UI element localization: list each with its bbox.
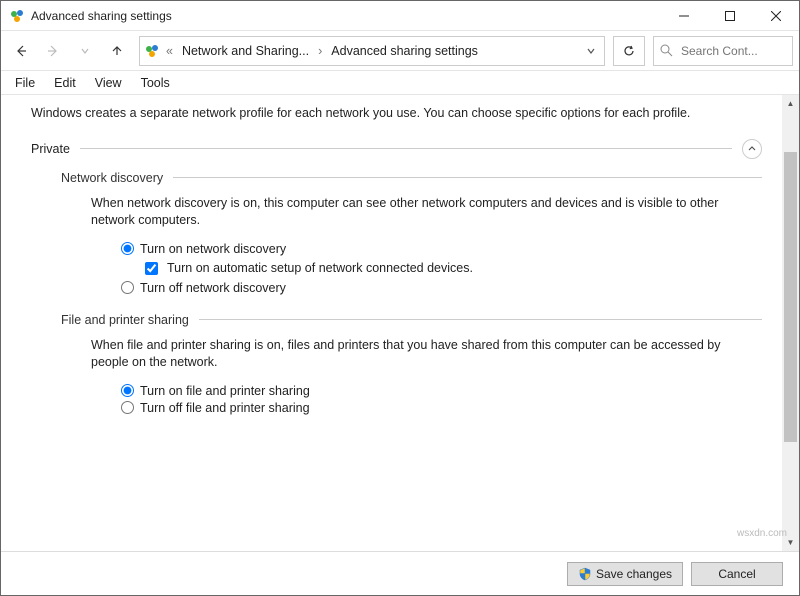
breadcrumb-prefix: « [166,44,173,58]
collapse-toggle[interactable] [742,139,762,159]
menu-file[interactable]: File [7,74,43,92]
nav-row: « Network and Sharing... › Advanced shar… [1,31,799,71]
divider [199,319,762,320]
option-nd-auto[interactable]: Turn on automatic setup of network conne… [141,259,762,278]
radio-nd-off-label: Turn off network discovery [140,281,286,295]
window-title: Advanced sharing settings [31,9,661,23]
minimize-button[interactable] [661,1,707,30]
titlebar: Advanced sharing settings [1,1,799,31]
breadcrumb-network-sharing[interactable]: Network and Sharing... [179,42,312,60]
address-dropdown[interactable] [582,46,600,56]
breadcrumb-advanced-sharing[interactable]: Advanced sharing settings [328,42,481,60]
window-buttons [661,1,799,30]
radio-fp-off[interactable] [121,401,134,414]
app-icon [9,8,25,24]
intro-text: Windows creates a separate network profi… [31,105,762,123]
search-input[interactable] [679,43,774,59]
search-box[interactable] [653,36,793,66]
menu-tools[interactable]: Tools [133,74,178,92]
scroll-up-icon[interactable]: ▲ [782,95,799,112]
address-bar[interactable]: « Network and Sharing... › Advanced shar… [139,36,605,66]
option-fp-off[interactable]: Turn off file and printer sharing [121,401,762,415]
option-nd-off[interactable]: Turn off network discovery [121,281,762,295]
address-icon [144,43,160,59]
radio-fp-on[interactable] [121,384,134,397]
cancel-label: Cancel [718,567,755,581]
divider [173,177,762,178]
menu-edit[interactable]: Edit [46,74,84,92]
file-printer-desc: When file and printer sharing is on, fil… [91,337,752,372]
content-area: Windows creates a separate network profi… [1,95,799,551]
menu-bar: File Edit View Tools [1,71,799,95]
radio-fp-on-label: Turn on file and printer sharing [140,384,310,398]
footer: Save changes Cancel [1,551,799,595]
search-icon [660,44,673,57]
shield-icon [578,567,592,581]
watermark: wsxdn.com [737,528,787,539]
cancel-button[interactable]: Cancel [691,562,783,586]
close-button[interactable] [753,1,799,30]
option-nd-on[interactable]: Turn on network discovery [121,242,762,256]
scroll-track[interactable] [782,112,799,534]
checkbox-nd-auto[interactable] [145,262,158,275]
menu-view[interactable]: View [87,74,130,92]
forward-button[interactable] [39,37,67,65]
save-changes-label: Save changes [596,567,672,581]
refresh-button[interactable] [613,36,645,66]
radio-fp-off-label: Turn off file and printer sharing [140,401,310,415]
section-private: Private [31,139,762,159]
scrollbar[interactable]: ▲ ▼ [782,95,799,551]
chevron-right-icon: › [318,44,322,58]
content-scroll[interactable]: Windows creates a separate network profi… [1,95,782,551]
option-fp-on[interactable]: Turn on file and printer sharing [121,384,762,398]
subsection-network-discovery: Network discovery [61,171,762,185]
radio-nd-off[interactable] [121,281,134,294]
scroll-thumb[interactable] [784,152,797,442]
up-button[interactable] [103,37,131,65]
divider [80,148,732,149]
subsection-file-printer: File and printer sharing [61,313,762,327]
file-printer-label: File and printer sharing [61,313,189,327]
back-button[interactable] [7,37,35,65]
save-changes-button[interactable]: Save changes [567,562,683,586]
maximize-button[interactable] [707,1,753,30]
radio-nd-on-label: Turn on network discovery [140,242,286,256]
section-private-label: Private [31,142,70,156]
radio-nd-on[interactable] [121,242,134,255]
recent-dropdown[interactable] [71,37,99,65]
window: Advanced sharing settings « Network and … [0,0,800,596]
network-discovery-label: Network discovery [61,171,163,185]
checkbox-nd-auto-label: Turn on automatic setup of network conne… [167,261,473,275]
network-discovery-desc: When network discovery is on, this compu… [91,195,752,230]
